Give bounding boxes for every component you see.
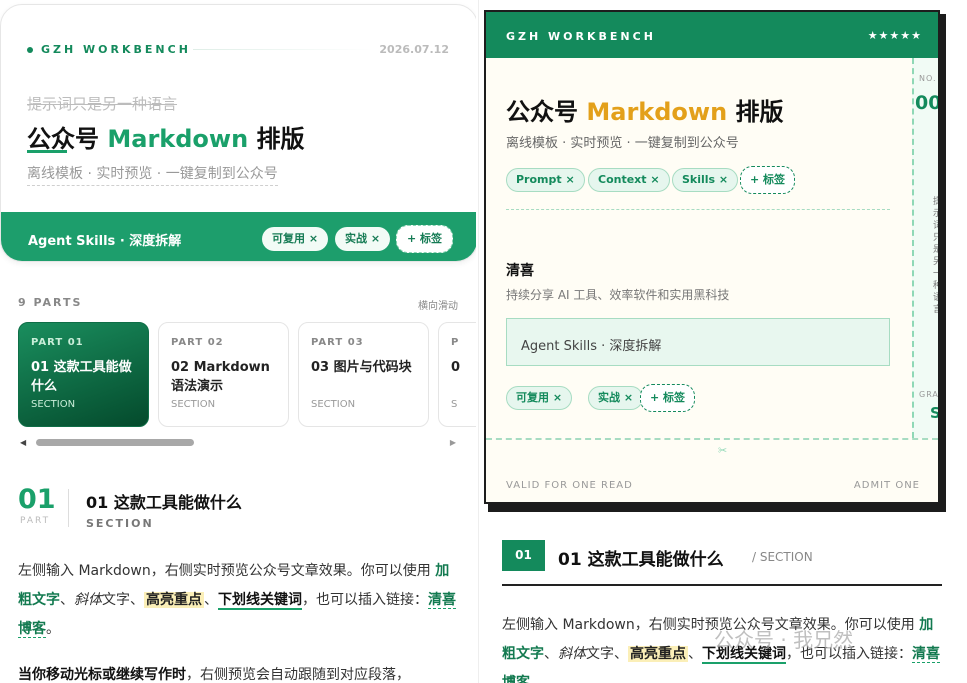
part-card-04[interactable]: P 0 S xyxy=(438,322,476,427)
vertical-slogan: 提示词只是另一种语言 xyxy=(931,196,940,316)
part-title: 01 这款工具能做什么 xyxy=(31,360,132,394)
star-rating: ★★★★★ xyxy=(867,29,922,42)
part-number: PART 03 xyxy=(311,337,364,348)
part-card-02[interactable]: PART 02 02 Markdown 语法演示 SECTION xyxy=(158,322,289,427)
dashed-divider xyxy=(506,209,890,210)
tear-line xyxy=(486,438,938,440)
part-section: SECTION xyxy=(31,399,76,410)
tag-chip[interactable]: 实战 × xyxy=(588,386,644,410)
italic-text: 斜体 xyxy=(74,592,102,608)
part-number: PART 02 xyxy=(171,337,224,348)
ticket-card: GZH WORKBENCH ★★★★★ NO. 001 提示词只是另一种语言 G… xyxy=(484,10,940,504)
part-card-03[interactable]: PART 03 03 图片与代码块 SECTION xyxy=(298,322,429,427)
admit-label: ADMIT ONE xyxy=(853,480,920,491)
paragraph-2: 当你移动光标或继续写作时，右侧预览会自动跟随到对应段落， xyxy=(18,667,410,683)
highlight-text: 高亮重点 xyxy=(144,592,204,608)
add-tag-button[interactable]: + 标签 xyxy=(640,384,696,412)
paragraph-1: 左侧输入 Markdown，右侧实时预览公众号文章效果。你可以使用 加粗文字、斜… xyxy=(18,563,456,638)
series-text: Agent Skills · 深度拆解 xyxy=(521,339,662,354)
scroll-right-icon[interactable]: ▶ xyxy=(450,438,456,447)
scroll-left-icon[interactable]: ◀ xyxy=(20,438,26,447)
tag-chip[interactable]: Context × xyxy=(588,168,670,192)
author-name: 清喜 xyxy=(506,263,534,279)
part-title: 03 图片与代码块 xyxy=(311,360,412,375)
section-rule xyxy=(502,584,942,586)
part-section: S xyxy=(451,399,458,410)
section-badge: 01 xyxy=(502,540,545,571)
tag-chip[interactable]: Skills × xyxy=(672,168,739,192)
grade-label: GRADE xyxy=(919,390,939,399)
right-preview: GZH WORKBENCH ★★★★★ NO. 001 提示词只是另一种语言 G… xyxy=(480,0,967,683)
watermark: 公众号 · 我兄然 xyxy=(714,628,854,652)
brand-label: GZH WORKBENCH xyxy=(506,30,656,43)
date-label: 2026.07.12 xyxy=(379,43,449,56)
author-bio: 持续分享 AI 工具、效率软件和实用黑科技 xyxy=(506,288,730,302)
brand-dot xyxy=(27,47,33,53)
left-preview: GZH WORKBENCH 2026.07.12 提示词只是另一种语言 公众号 … xyxy=(0,0,476,683)
section-subtitle: / SECTION xyxy=(752,550,813,564)
scrollbar-thumb[interactable] xyxy=(36,439,194,446)
section-number: 01 xyxy=(18,484,56,515)
italic-text: 斜体 xyxy=(558,646,586,662)
ticket-number: 001 xyxy=(915,92,938,114)
grade-value: S xyxy=(930,404,940,422)
pane-divider xyxy=(478,0,479,683)
parts-label: 9 PARTS xyxy=(18,296,83,309)
horizontal-scrollbar[interactable]: ◀ ▶ xyxy=(20,438,456,447)
series-box: Agent Skills · 深度拆解 xyxy=(506,318,890,366)
band-text: Agent Skills · 深度拆解 xyxy=(28,234,182,249)
brand-label: GZH WORKBENCH xyxy=(41,43,191,56)
part-number: PART 01 xyxy=(31,337,84,348)
section-subtitle: SECTION xyxy=(86,517,154,530)
section-title: 01 这款工具能做什么 xyxy=(86,493,242,512)
part-section: SECTION xyxy=(171,399,216,410)
add-tag-button[interactable]: + 标签 xyxy=(396,225,454,253)
tag-chip[interactable]: 可复用 × xyxy=(506,386,573,410)
part-title: 02 Markdown 语法演示 xyxy=(171,360,270,394)
title-underline xyxy=(27,150,67,153)
add-tag-button[interactable]: + 标签 xyxy=(740,166,796,194)
page-subtitle: 离线模板 · 实时预览 · 一键复制到公众号 xyxy=(27,163,278,186)
ticket-no-label: NO. xyxy=(919,74,937,83)
underline-text: 下划线关键词 xyxy=(218,592,302,610)
page-title: 公众号 Markdown 排版 xyxy=(506,98,784,126)
page-subtitle: 离线模板 · 实时预览 · 一键复制到公众号 xyxy=(506,136,739,151)
part-number: P xyxy=(451,337,460,348)
eyebrow-text: 提示词只是另一种语言 xyxy=(27,95,178,113)
brand-line xyxy=(193,49,373,50)
page-title: 公众号 Markdown 排版 xyxy=(27,125,305,153)
tag-chip[interactable]: Prompt × xyxy=(506,168,585,192)
section-divider xyxy=(68,489,69,527)
scroll-hint: 横向滑动 xyxy=(418,301,458,312)
part-section: SECTION xyxy=(311,399,356,410)
tag-chip[interactable]: 实战 × xyxy=(335,227,391,251)
scissors-icon: ✂ xyxy=(718,444,728,457)
hero-card: GZH WORKBENCH 2026.07.12 提示词只是另一种语言 公众号 … xyxy=(0,4,476,262)
section-title: 01 这款工具能做什么 xyxy=(558,550,724,570)
highlight-text: 高亮重点 xyxy=(628,646,688,662)
valid-label: VALID FOR ONE READ xyxy=(506,480,633,491)
part-title: 0 xyxy=(451,360,461,375)
section-part-label: PART xyxy=(20,516,51,526)
tag-chip[interactable]: 可复用 × xyxy=(262,227,329,251)
part-card-01[interactable]: PART 01 01 这款工具能做什么 SECTION xyxy=(18,322,149,427)
